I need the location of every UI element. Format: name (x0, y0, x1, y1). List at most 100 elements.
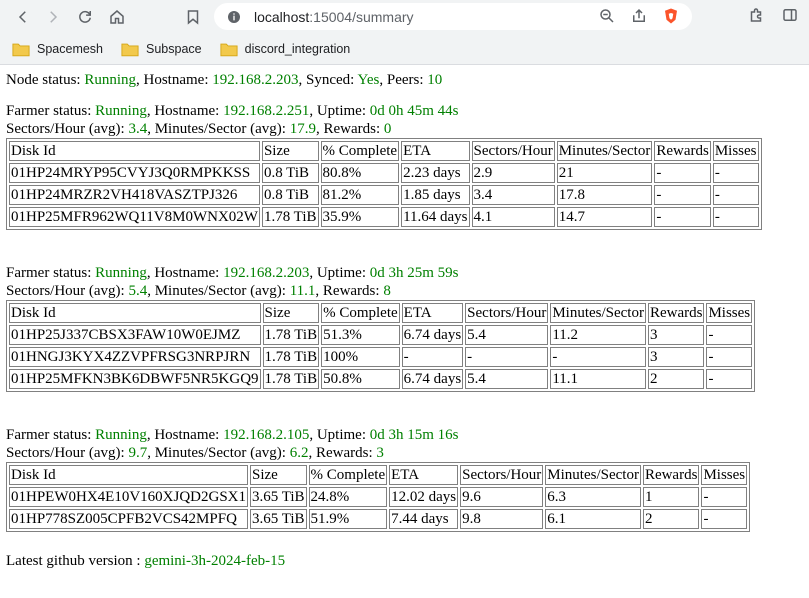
table-cell: 80.8% (320, 163, 400, 183)
reload-button[interactable] (70, 2, 100, 32)
farmer-sectors-hour: 5.4 (128, 283, 148, 299)
address-bar[interactable]: localhost:15004/summary (214, 3, 692, 30)
farmer-stats-line: Sectors/Hour (avg): 5.4, Minutes/Sector … (6, 282, 803, 300)
url-path: :15004/summary (309, 8, 414, 25)
label-text: Farmer status: (6, 265, 96, 281)
farmer-section: Farmer status: Running, Hostname: 192.16… (6, 426, 803, 532)
farmer-status: Running (95, 265, 147, 281)
table-cell: 1.78 TiB (262, 347, 320, 367)
bookmark-discord-integration[interactable]: discord_integration (220, 42, 351, 57)
farmer-rewards: 0 (383, 121, 392, 137)
farmer-hostname: 192.168.2.105 (223, 427, 310, 443)
table-cell: 50.8% (321, 369, 400, 389)
column-header: Misses (701, 465, 748, 485)
farmers-container: Farmer status: Running, Hostname: 192.16… (6, 89, 803, 532)
back-button[interactable] (8, 2, 38, 32)
label-text: , Hostname: (146, 427, 224, 443)
browser-toolbar: localhost:15004/summary (0, 0, 809, 34)
column-header: Size (250, 465, 307, 485)
table-cell: - (701, 487, 748, 507)
bookmark-label: discord_integration (244, 42, 351, 56)
label-text: , Hostname: (146, 265, 224, 281)
column-header: Disk Id (9, 465, 248, 485)
label-text: , Rewards: (308, 445, 377, 461)
farmer-sectors-hour: 9.7 (128, 445, 148, 461)
column-header: Disk Id (9, 141, 260, 161)
node-peers: 10 (427, 72, 443, 88)
node-status-line: Node status: Running, Hostname: 192.168.… (6, 72, 443, 88)
farmer-status-line: Farmer status: Running, Hostname: 192.16… (6, 264, 803, 282)
column-header: ETA (401, 141, 470, 161)
farmer-uptime: 0d 3h 15m 16s (369, 427, 459, 443)
sidebar-icon[interactable] (781, 6, 799, 24)
label-text: , Minutes/Sector (avg): (147, 283, 290, 299)
column-header: Minutes/Sector (550, 303, 646, 323)
site-info-icon[interactable] (226, 9, 242, 25)
brave-shield-icon[interactable] (662, 7, 680, 25)
page-content: Node status: Running, Hostname: 192.168.… (0, 65, 809, 570)
column-header: Size (261, 141, 319, 161)
table-row: 01HNGJ3KYX4ZZVPFRSG3NRPJRN 1.78 TiB 100% - -… (9, 347, 753, 367)
table-cell: 2.9 (471, 163, 555, 183)
forward-button[interactable] (38, 2, 68, 32)
table-cell: 3.4 (471, 185, 555, 205)
farmer-uptime: 0d 0h 45m 44s (369, 103, 459, 119)
column-header: Minutes/Sector (556, 141, 653, 161)
farmer-rewards: 3 (376, 445, 384, 461)
label-text: , Uptime: (309, 265, 370, 281)
table-cell: 01HP25MFKN3BK6DBWF5NR5KGQ9 (9, 369, 261, 389)
table-cell: 01HPEW0HX4E10V160XJQD2GSX1 (9, 487, 248, 507)
table-cell: 5.4 (465, 369, 549, 389)
table-row: 01HP25J337CBSX3FAW10W0EJMZ 1.78 TiB 51.3% 6… (9, 325, 753, 345)
home-button[interactable] (102, 2, 132, 32)
table-cell: 12.02 days (389, 487, 459, 507)
table-cell: 51.3% (321, 325, 400, 345)
table-cell: 24.8% (308, 487, 388, 507)
farmer-section: Farmer status: Running, Hostname: 192.16… (6, 264, 803, 392)
folder-icon (220, 43, 238, 56)
table-cell: 6.74 days (401, 325, 464, 345)
column-header: % Complete (321, 303, 400, 323)
table-cell: 01HP778SZ005CPFB2VCS42MPFQ (9, 509, 248, 529)
farmer-minutes-sector: 6.2 (289, 445, 309, 461)
folder-icon (12, 43, 30, 56)
table-cell: 01HP24MRYP95CVYJ3Q0RMPKKSS (9, 163, 260, 183)
table-cell: 6.3 (545, 487, 641, 507)
share-icon[interactable] (630, 7, 648, 25)
bookmark-page-button[interactable] (178, 2, 208, 32)
table-cell: 7.44 days (389, 509, 459, 529)
column-header: Rewards (642, 465, 700, 485)
column-header: Misses (706, 303, 753, 323)
extensions-icon[interactable] (747, 6, 765, 24)
table-row: 01HP24MRZR2VH418VASZTPJ326 0.8 TiB 81.2% 1.… (9, 185, 759, 205)
table-cell: - (701, 509, 748, 529)
latest-version: gemini-3h-2024-feb-15 (144, 553, 286, 569)
label-text: , Minutes/Sector (avg): (147, 121, 290, 137)
zoom-icon[interactable] (598, 7, 616, 25)
table-cell: 1.78 TiB (262, 369, 320, 389)
bookmark-spacemesh[interactable]: Spacemesh (12, 42, 103, 57)
bookmark-label: Spacemesh (37, 42, 104, 56)
label-text: Farmer status: (6, 103, 96, 119)
label-text: Sectors/Hour (avg): (6, 445, 129, 461)
farmer-rewards: 8 (383, 283, 391, 299)
table-row: 01HP778SZ005CPFB2VCS42MPFQ 3.65 TiB 51.9% 7… (9, 509, 748, 529)
node-hostname: 192.168.2.203 (212, 72, 299, 88)
table-cell: 01HNGJ3KYX4ZZVPFRSG3NRPJRN (9, 347, 261, 367)
bookmark-label: Subspace (146, 42, 202, 56)
table-cell: 11.2 (550, 325, 646, 345)
column-header: % Complete (320, 141, 400, 161)
farmer-section: Farmer status: Running, Hostname: 192.16… (6, 102, 803, 230)
table-cell: - (706, 347, 753, 367)
table-cell: 3.65 TiB (250, 509, 307, 529)
folder-icon (121, 43, 139, 56)
table-cell: 9.6 (460, 487, 544, 507)
bookmark-subspace[interactable]: Subspace (121, 42, 202, 57)
farmer-status: Running (95, 427, 147, 443)
reload-icon (79, 10, 91, 23)
table-row: 01HP25MFKN3BK6DBWF5NR5KGQ9 1.78 TiB 50.8% 6… (9, 369, 753, 389)
table-cell: - (550, 347, 646, 367)
label-text: Sectors/Hour (avg): (6, 283, 129, 299)
